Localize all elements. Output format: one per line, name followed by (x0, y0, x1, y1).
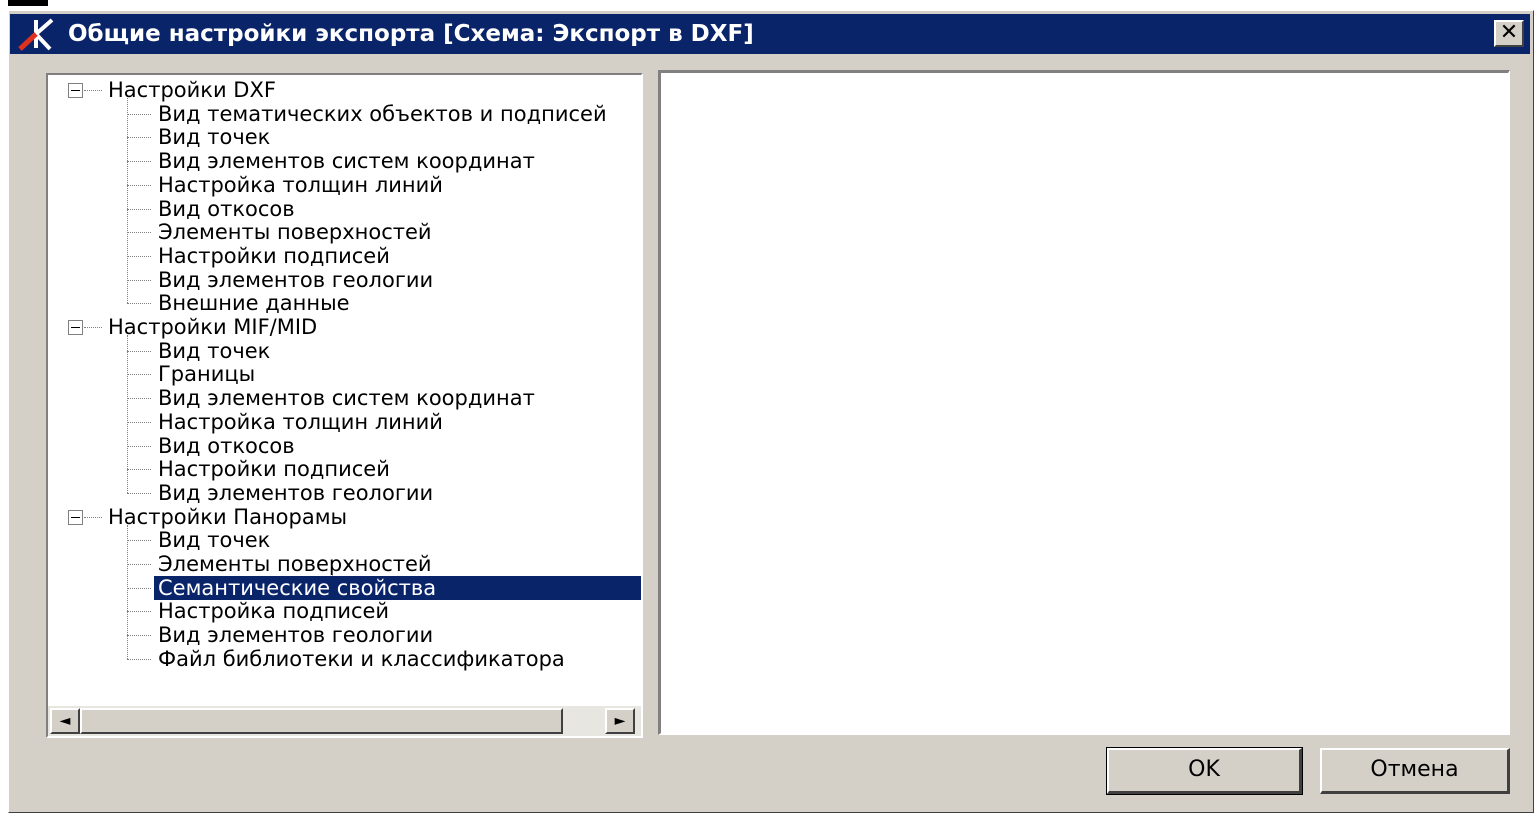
tree-child-item[interactable]: Границы (154, 362, 259, 386)
tree-expand-toggle[interactable] (68, 83, 83, 98)
tree-connector (127, 113, 151, 115)
close-button[interactable]: ✕ (1494, 20, 1524, 47)
tree-child-item[interactable]: Внешние данные (154, 291, 354, 315)
tree-connector (127, 658, 151, 660)
tree-child-item[interactable]: Вид элементов геологии (154, 481, 437, 505)
arrow-right-icon: ► (614, 713, 626, 729)
tree-connector (127, 635, 151, 637)
tree-connector (127, 611, 151, 613)
tree-child-item[interactable]: Семантические свойства (153, 574, 641, 601)
tree-connector (127, 524, 128, 659)
scroll-left-button[interactable]: ◄ (50, 708, 80, 734)
tree-child-item[interactable]: Элементы поверхностей (154, 552, 436, 576)
app-logo-icon (18, 18, 54, 51)
tree-connector (127, 303, 151, 305)
top-edge-mark (8, 0, 48, 6)
tree-connector (127, 232, 151, 234)
horizontal-scrollbar[interactable]: ◄ ► (48, 706, 641, 736)
tree-connector (127, 137, 151, 139)
settings-content-panel (658, 70, 1510, 735)
tree-child-item[interactable]: Вид элементов систем координат (154, 149, 539, 173)
tree-child-item[interactable]: Настройка толщин линий (154, 173, 447, 197)
tree-child-item[interactable]: Настройка подписей (154, 599, 393, 623)
cancel-button[interactable]: Отмена (1320, 748, 1510, 794)
tree-child-item[interactable]: Вид элементов систем координат (154, 386, 539, 410)
tree-connector (127, 279, 151, 281)
tree-child-item[interactable]: Вид тематических объектов и подписей (154, 102, 611, 126)
tree-child-item[interactable]: Вид элементов геологии (154, 268, 437, 292)
settings-tree[interactable]: Настройки DXF Вид тематических объектов и… (46, 73, 643, 738)
tree-connector (84, 327, 102, 328)
tree-child-item[interactable]: Вид точек (154, 339, 274, 363)
tree-child-item[interactable]: Файл библиотеки и классификатора (154, 647, 569, 671)
tree-group-item[interactable]: Настройки DXF (104, 78, 280, 102)
tree-connector (127, 469, 151, 471)
tree-connector (127, 161, 151, 163)
tree-group-item[interactable]: Настройки Панорамы (104, 505, 351, 529)
ok-button[interactable]: OK (1106, 747, 1303, 795)
tree-child-item[interactable]: Настройки подписей (154, 457, 394, 481)
tree-connector (84, 516, 102, 518)
tree-child-item[interactable]: Вид откосов (154, 197, 299, 221)
tree-connector (127, 492, 151, 494)
tree-child-item[interactable]: Вид точек (154, 125, 274, 149)
tree-connector (127, 445, 151, 447)
scrollbar-thumb[interactable] (80, 708, 563, 734)
tree-child-item[interactable]: Вид элементов геологии (154, 623, 437, 647)
tree-child-item[interactable]: Вид точек (154, 528, 274, 552)
tree-connector (127, 564, 151, 565)
tree-child-item[interactable]: Вид откосов (154, 434, 299, 458)
tree-connector (127, 350, 151, 352)
scroll-right-button[interactable]: ► (605, 708, 635, 734)
tree-connector (127, 398, 151, 400)
tree-connector (127, 255, 151, 257)
tree-child-item[interactable]: Элементы поверхностей (154, 220, 436, 244)
arrow-left-icon: ◄ (59, 713, 71, 729)
tree-child-item[interactable]: Настройка толщин линий (154, 410, 447, 434)
tree-connector (127, 374, 151, 376)
tree-connector (127, 421, 151, 423)
tree-expand-toggle[interactable] (68, 509, 83, 525)
tree-view: Настройки DXF Вид тематических объектов и… (48, 75, 641, 705)
window-title: Общие настройки экспорта [Схема: Экспорт… (68, 21, 754, 47)
tree-connector (127, 208, 151, 210)
tree-connector (84, 90, 102, 91)
title-bar[interactable]: Общие настройки экспорта [Схема: Экспорт… (10, 14, 1530, 54)
tree-connector (127, 540, 151, 542)
tree-child-item[interactable]: Настройки подписей (154, 244, 394, 268)
close-icon: ✕ (1499, 20, 1519, 45)
tree-group-item[interactable]: Настройки MIF/MID (104, 315, 321, 339)
tree-connector (127, 98, 128, 304)
tree-connector (127, 184, 151, 186)
tree-expand-toggle[interactable] (68, 320, 83, 335)
tree-connector (127, 335, 128, 493)
tree-connector (127, 587, 151, 589)
